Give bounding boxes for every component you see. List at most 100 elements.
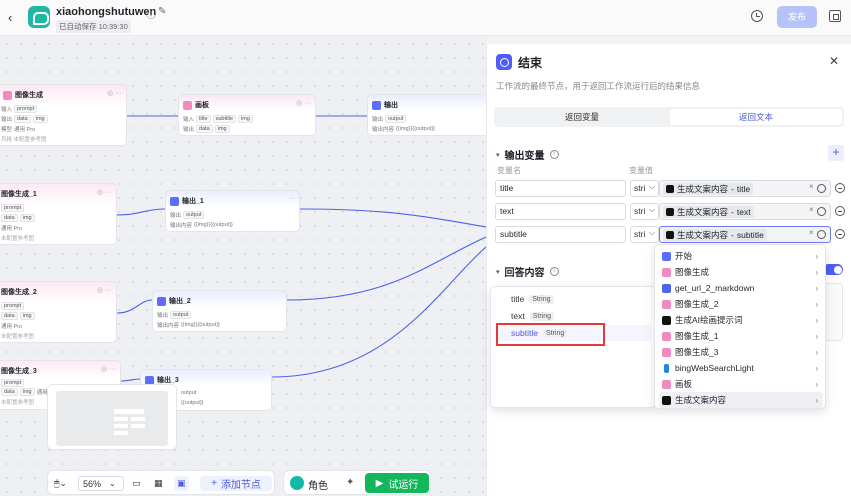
bing-icon [664, 363, 669, 373]
suggestion-name: text [511, 311, 525, 321]
suggestion-name: title [511, 294, 525, 304]
node-output[interactable]: 输出 输出 output 输出内容 {{img}}{{output}} [367, 94, 492, 136]
minimap[interactable] [47, 384, 177, 450]
info-icon[interactable]: ⓘ [146, 6, 156, 21]
node-output-1[interactable]: 输出_1 ··· 输出 output 输出内容 {{img}}{{output}} [165, 190, 300, 232]
test-run-button[interactable]: ▶ 试运行 [365, 473, 429, 493]
chevron-right-icon: › [815, 283, 818, 293]
debug-icon[interactable]: ✦ [346, 477, 354, 488]
back-arrow-icon[interactable]: ‹ [8, 10, 12, 25]
minimap-toggle-icon[interactable]: ▣ [174, 476, 189, 491]
comment-icon[interactable]: ▭ [132, 476, 141, 491]
variable-value-ref[interactable]: 生成文案内容 - title [659, 180, 831, 197]
chevron-right-icon: › [815, 347, 818, 357]
dropdown-item[interactable]: bingWebSearchLight › [659, 360, 823, 376]
add-node-label: 添加节点 [220, 480, 261, 491]
suggestion-item[interactable]: title String [499, 291, 651, 307]
settings-icon[interactable] [817, 230, 826, 239]
grid-icon[interactable]: ▦ [154, 476, 163, 491]
window-icon[interactable] [829, 10, 841, 22]
chevron-right-icon: › [815, 363, 818, 373]
clear-icon[interactable]: × [809, 205, 814, 214]
publish-button[interactable]: 发布 [777, 6, 817, 28]
dropdown-item[interactable]: 图像生成_3 › [659, 344, 823, 360]
dropdown-item-selected[interactable]: 生成文案内容 › [659, 392, 823, 408]
node-menu-icon[interactable]: ◎ ··· [97, 286, 112, 294]
add-variable-button[interactable]: + [828, 145, 844, 161]
dropdown-label: get_url_2_markdown [675, 283, 755, 293]
source-node: 生成文案内容 [677, 229, 729, 240]
info-icon[interactable]: i [549, 267, 559, 276]
chip: prompt [1, 204, 25, 212]
info-icon[interactable]: i [549, 150, 559, 159]
settings-icon[interactable] [817, 184, 826, 193]
answer-content-header[interactable]: ▾ 回答内容 i [496, 264, 559, 279]
node-board[interactable]: 画板 ◎ ··· 输入 title subtitle img 输出 data img [178, 94, 316, 136]
history-icon[interactable] [751, 10, 763, 22]
chevron-down-icon: ▾ [496, 151, 500, 159]
variable-value-ref[interactable]: 生成文案内容 - subtitle [659, 226, 831, 243]
separator: - [731, 229, 734, 240]
close-icon[interactable]: ✕ [829, 54, 839, 68]
content-value: {{output}} [181, 400, 204, 406]
remove-icon[interactable] [835, 229, 845, 239]
chip: title [196, 115, 211, 123]
dropdown-label: 开始 [675, 251, 693, 261]
node-title: 输出 [384, 102, 398, 109]
node-menu-icon[interactable]: ◎ ··· [296, 99, 311, 107]
variable-name-input[interactable]: title [495, 180, 626, 197]
settings-icon[interactable] [817, 207, 826, 216]
node-extra: 未配置参考图 [1, 236, 35, 242]
node-menu-icon[interactable]: ◎ ··· [101, 365, 116, 373]
variable-type-select[interactable]: stri [630, 179, 659, 197]
role-avatar[interactable] [290, 476, 304, 490]
content-label: 输出内容 [372, 127, 395, 133]
dropdown-label: 画板 [675, 379, 693, 389]
node-menu-icon[interactable]: ◎ ··· [97, 188, 112, 196]
content-value: {{img}}{{output}} [181, 322, 220, 328]
dropdown-item[interactable]: 图像生成 › [659, 264, 823, 280]
variable-name-input[interactable]: text [495, 203, 626, 220]
streaming-toggle[interactable] [823, 264, 843, 275]
node-image-gen-1[interactable]: 图像生成_1 ◎ ··· prompt data img 通用 Pro 未配置参考… [0, 183, 117, 245]
dropdown-item[interactable]: 生成AI绘画提示词 › [659, 312, 823, 328]
dropdown-item[interactable]: 图像生成_1 › [659, 328, 823, 344]
tab-return-text[interactable]: 返回文本 [670, 109, 842, 125]
clear-icon[interactable]: × [809, 228, 814, 237]
dropdown-item[interactable]: 开始 › [659, 248, 823, 264]
output-label: 输出 [372, 117, 384, 123]
dropdown-item[interactable]: 图像生成_2 › [659, 296, 823, 312]
variable-type-select[interactable]: stri [630, 202, 659, 220]
role-label[interactable]: 角色 [308, 477, 328, 492]
dropdown-item[interactable]: 画板 › [659, 376, 823, 392]
remove-icon[interactable] [835, 183, 845, 193]
add-node-button[interactable]: + 添加节点 [200, 476, 272, 491]
type-badge: String [529, 294, 554, 304]
minimap-viewport[interactable] [56, 391, 168, 446]
variable-value-ref[interactable]: 生成文案内容 - text [659, 203, 831, 220]
dropdown-item[interactable]: get_url_2_markdown › [659, 280, 823, 296]
mouse-mode-icon[interactable]: 🖱⌄ [54, 476, 67, 491]
edit-icon[interactable]: ✎ [158, 6, 166, 17]
node-image-gen[interactable]: 图像生成 ◎ ··· 输入 prompt 输出 data img 模型 通用 Pro 风… [0, 84, 127, 146]
tab-return-variables[interactable]: 返回变量 [496, 109, 668, 125]
node-output-2[interactable]: 输出_2 输出 output 输出内容 {{img}}{{output}} [152, 290, 287, 332]
variable-type-select[interactable]: stri [630, 225, 659, 243]
node-menu-icon[interactable]: ◎ ··· [107, 89, 122, 97]
image-gen-icon [3, 90, 12, 100]
autosave-status: 已自动保存 10:39:30 [56, 20, 131, 33]
image-gen-icon [662, 331, 671, 341]
node-menu-icon[interactable]: ··· [288, 195, 295, 202]
output-variables-header[interactable]: ▾ 输出变量 i [496, 147, 559, 162]
remove-icon[interactable] [835, 206, 845, 216]
chip: output [170, 311, 192, 319]
node-image-gen-2[interactable]: 图像生成_2 ◎ ··· prompt data img 通用 Pro 未配置参考… [0, 281, 117, 343]
chip: data [196, 125, 213, 133]
reference-tag: 生成文案内容 - text [663, 205, 754, 218]
zoom-select[interactable]: 56% ⌄ [78, 476, 124, 491]
source-node-icon [666, 207, 674, 216]
variable-name-input[interactable]: subtitle [495, 226, 626, 243]
clear-icon[interactable]: × [809, 182, 814, 191]
suggestion-item[interactable]: text String [499, 308, 651, 324]
panel-description: 工作流的最终节点，用于返回工作流运行后的结果信息 [496, 81, 701, 91]
